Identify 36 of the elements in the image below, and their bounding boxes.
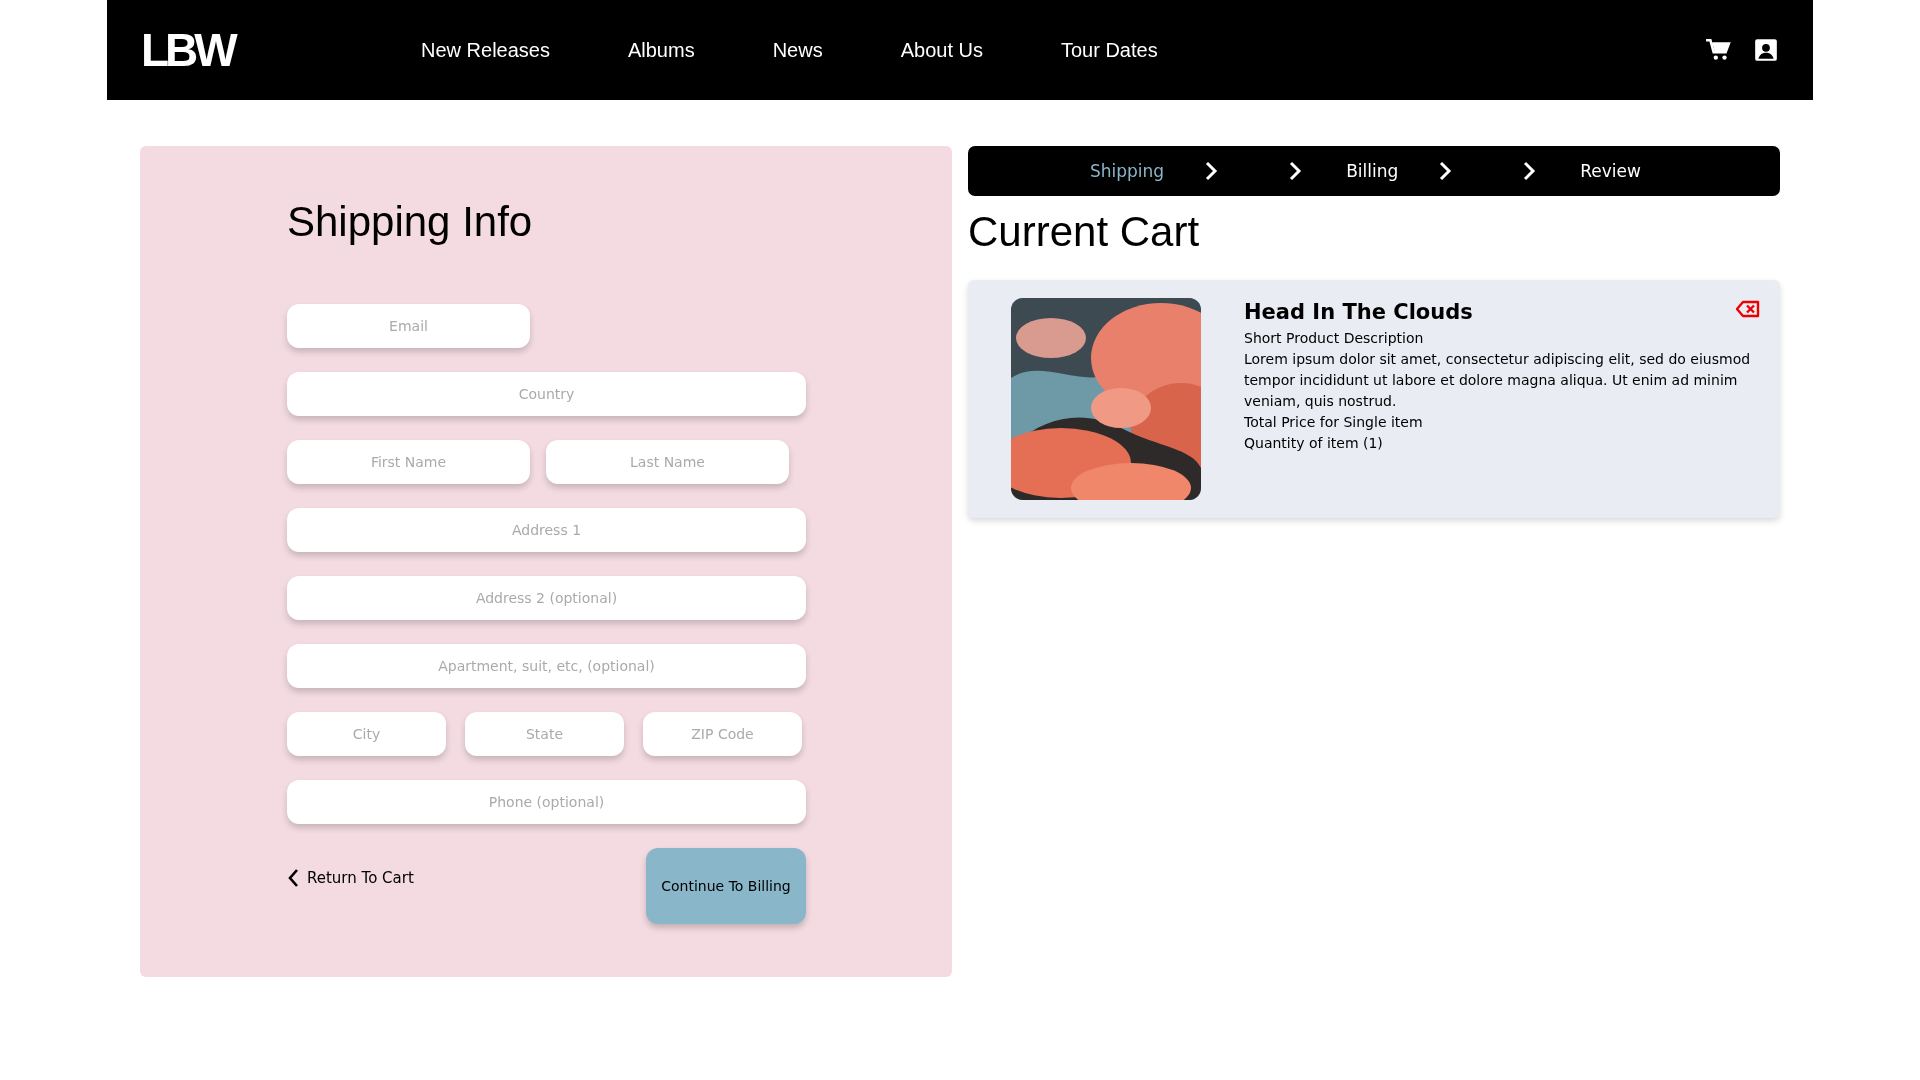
form-title: Shipping Info bbox=[287, 197, 534, 247]
input-field[interactable]: First Name bbox=[287, 440, 530, 484]
nav-link[interactable]: News bbox=[772, 38, 823, 62]
input-field[interactable]: State bbox=[465, 712, 624, 756]
chevron-right-icon bbox=[1522, 161, 1537, 181]
nav-link[interactable]: About Us bbox=[900, 38, 983, 62]
cart-title: Current Cart bbox=[968, 207, 1201, 257]
product-text: Quantity of item (1) bbox=[1244, 434, 1383, 453]
input-field[interactable]: Address 2 (optional) bbox=[287, 576, 806, 620]
chevron-right-icon bbox=[1438, 161, 1453, 181]
continue-button[interactable]: Continue To Billing bbox=[646, 848, 806, 924]
input-field[interactable]: City bbox=[287, 712, 446, 756]
product-text: Total Price for Single item bbox=[1244, 413, 1423, 432]
chevron-left-icon bbox=[287, 868, 299, 888]
chevron-right-icon bbox=[1204, 161, 1219, 181]
nav-link[interactable]: New Releases bbox=[421, 38, 550, 62]
input-field[interactable]: Phone (optional) bbox=[287, 780, 806, 824]
input-field[interactable]: Email bbox=[287, 304, 530, 348]
input-field[interactable]: Address 1 bbox=[287, 508, 806, 552]
input-field[interactable]: ZIP Code bbox=[643, 712, 802, 756]
account-icon[interactable] bbox=[1753, 37, 1779, 63]
step-tab[interactable]: Billing bbox=[1346, 161, 1399, 181]
product-text: Lorem ipsum dolor sit amet, consectetur adipiscing elit, sed do eiusmod tempor incididunt ut labore et dolore magna aliqua. Ut enim ad minim veniam, quis nostrud. bbox=[1244, 350, 1752, 411]
nav-link[interactable]: Tour Dates bbox=[1060, 38, 1158, 62]
back-link[interactable]: Return To Cart bbox=[287, 868, 414, 888]
cart-icon[interactable] bbox=[1705, 37, 1731, 63]
chevron-right-icon bbox=[1288, 161, 1303, 181]
step-tab[interactable]: Shipping bbox=[1090, 161, 1165, 181]
product-text: Short Product Description bbox=[1244, 329, 1424, 348]
input-field[interactable]: Country bbox=[287, 372, 806, 416]
input-field[interactable]: Apartment, suit, etc, (optional) bbox=[287, 644, 806, 688]
nav-link[interactable]: Albums bbox=[627, 38, 695, 62]
input-field[interactable]: Last Name bbox=[546, 440, 789, 484]
delete-icon[interactable] bbox=[1736, 300, 1760, 318]
step-tab[interactable]: Review bbox=[1580, 161, 1641, 181]
product-name: Head In The Clouds bbox=[1244, 300, 1473, 324]
